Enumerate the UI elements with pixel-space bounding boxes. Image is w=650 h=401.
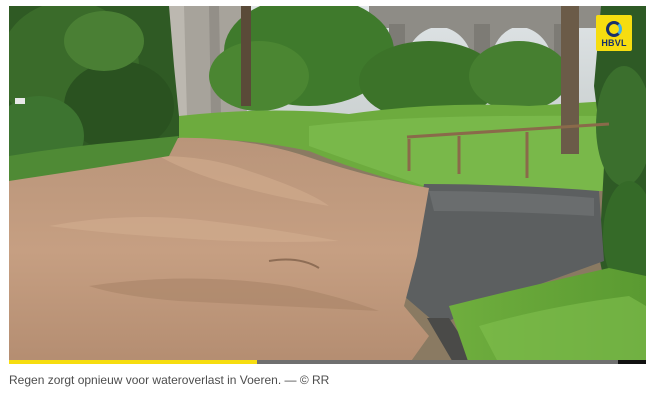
flooded-road-photo xyxy=(9,6,646,364)
hbvl-logo: HBVL xyxy=(596,15,632,51)
progress-end-marker xyxy=(618,360,646,364)
logo-text: HBVL xyxy=(601,37,627,48)
video-player[interactable]: HBVL xyxy=(9,6,646,364)
progress-fill xyxy=(9,360,258,364)
image-caption: Regen zorgt opnieuw voor wateroverlast i… xyxy=(9,373,330,387)
hbvl-ring-logo-icon xyxy=(606,20,622,37)
video-progress-bar[interactable] xyxy=(9,360,646,364)
